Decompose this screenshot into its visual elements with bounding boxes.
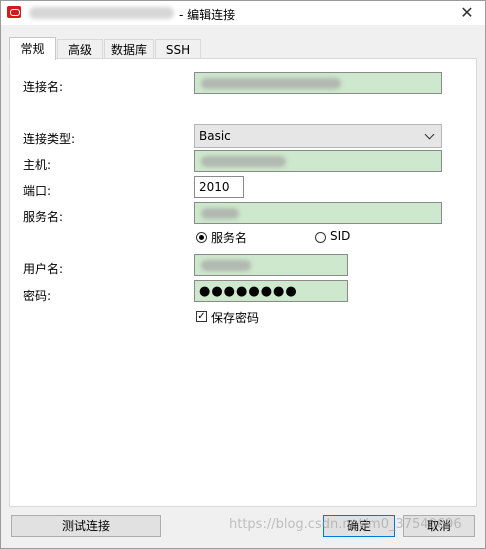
port-input[interactable]: 2010 — [194, 176, 244, 198]
save-password-checkbox[interactable]: ✓ — [196, 311, 207, 322]
password-label: 密码: — [23, 289, 52, 303]
tab-database[interactable]: 数据库 — [104, 39, 154, 60]
connection-type-select[interactable]: Basic — [194, 124, 442, 148]
connection-name-input[interactable] — [194, 72, 442, 94]
host-input[interactable] — [194, 150, 442, 172]
tab-ssh[interactable]: SSH — [155, 39, 201, 60]
host-label: 主机: — [23, 158, 52, 172]
blurred-username — [201, 260, 251, 271]
title-bar: - 编辑连接 ✕ — [1, 1, 485, 25]
username-input[interactable] — [194, 254, 348, 276]
save-password-label: 保存密码 — [211, 311, 260, 325]
blurred-service-name — [201, 208, 239, 219]
password-value: ●●●●●●●● — [199, 284, 298, 299]
service-name-input[interactable] — [194, 202, 442, 224]
username-label: 用户名: — [23, 262, 64, 276]
service-name-radio-label: 服务名 — [211, 231, 248, 245]
general-tab-panel: 连接名: 连接类型: Basic 主机: 端口: 2010 服务名: 服务名 S… — [9, 58, 477, 507]
blurred-host — [201, 156, 286, 167]
blurred-connection-name — [201, 78, 341, 89]
oracle-app-icon — [7, 6, 21, 18]
ok-button[interactable]: 确定 — [323, 515, 395, 537]
password-input[interactable]: ●●●●●●●● — [194, 280, 348, 302]
connection-type-value: Basic — [199, 129, 231, 143]
edit-connection-dialog: - 编辑连接 ✕ 常规 高级 数据库 SSH 连接名: 连接类型: Basic … — [0, 0, 486, 549]
service-name-radio[interactable] — [196, 232, 207, 243]
port-value: 2010 — [199, 180, 230, 194]
sid-radio[interactable] — [315, 232, 326, 243]
window-title: - 编辑连接 — [179, 8, 236, 22]
connection-type-label: 连接类型: — [23, 132, 76, 146]
tab-general[interactable]: 常规 — [9, 37, 56, 60]
cancel-button[interactable]: 取消 — [403, 515, 475, 537]
port-label: 端口: — [23, 184, 52, 198]
connection-name-label: 连接名: — [23, 80, 64, 94]
tab-advanced[interactable]: 高级 — [57, 39, 103, 60]
test-connection-button[interactable]: 测试连接 — [11, 515, 161, 537]
blurred-title-prefix — [29, 7, 174, 19]
close-icon[interactable]: ✕ — [457, 3, 477, 23]
chevron-down-icon — [424, 129, 435, 140]
service-name-label: 服务名: — [23, 210, 64, 224]
sid-radio-label: SID — [330, 229, 351, 243]
